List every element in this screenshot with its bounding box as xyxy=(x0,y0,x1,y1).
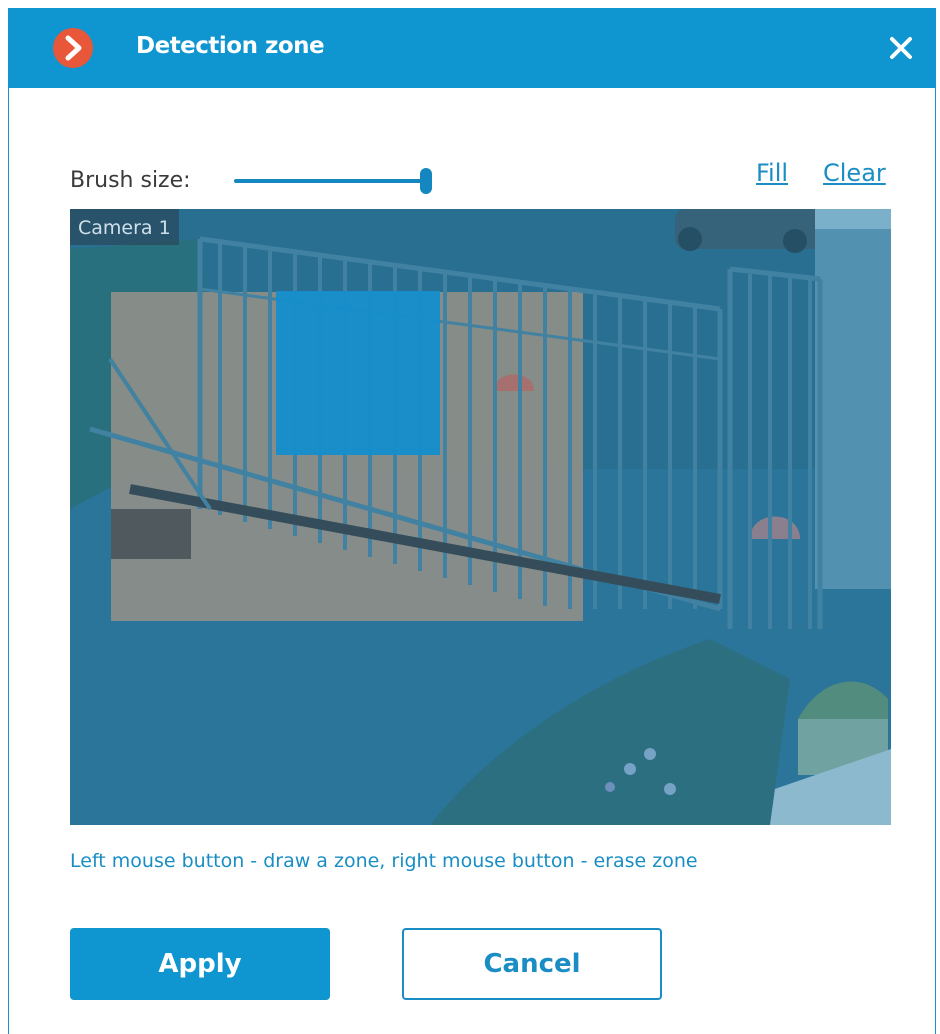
close-button[interactable] xyxy=(881,28,921,68)
cancel-button[interactable]: Cancel xyxy=(402,928,662,1000)
slider-thumb[interactable] xyxy=(420,168,432,194)
brush-size-slider[interactable] xyxy=(230,168,432,194)
close-icon xyxy=(890,37,912,59)
fill-link[interactable]: Fill xyxy=(756,159,788,187)
brush-size-label: Brush size: xyxy=(70,168,191,193)
camera-label: Camera 1 xyxy=(70,209,179,245)
camera-view[interactable]: Camera 1 xyxy=(70,209,891,825)
hint-text: Left mouse button - draw a zone, right m… xyxy=(70,850,698,872)
camera-image xyxy=(70,209,891,825)
slider-track xyxy=(234,179,426,183)
app-logo-icon xyxy=(53,28,93,68)
clear-link[interactable]: Clear xyxy=(823,159,886,187)
title-bar: Detection zone xyxy=(9,8,935,88)
detection-zone-dialog: Detection zone Brush size: Fill Clear Ca… xyxy=(8,8,936,1034)
apply-button[interactable]: Apply xyxy=(70,928,330,1000)
dialog-title: Detection zone xyxy=(136,33,325,59)
